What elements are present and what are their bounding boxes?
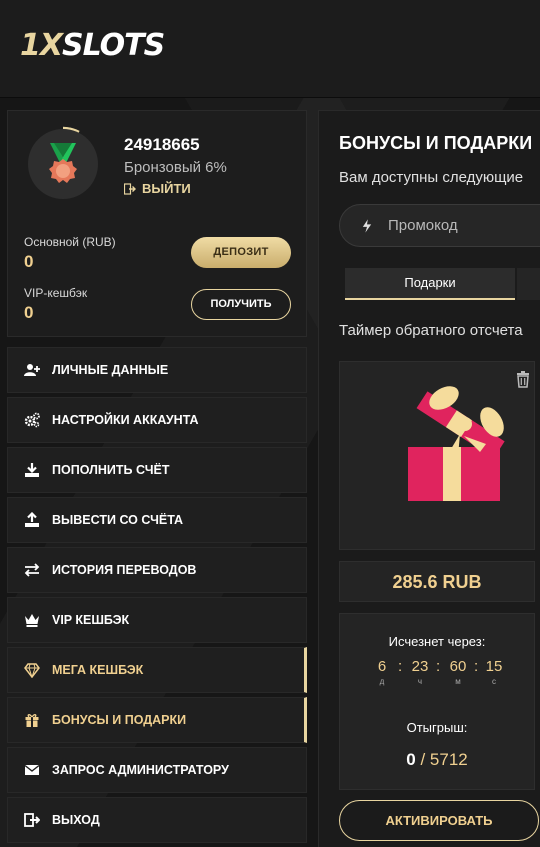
vanish-label: Исчезнет через: — [388, 634, 486, 649]
deposit-button[interactable]: ДЕПОЗИТ — [191, 237, 291, 268]
avatar — [28, 129, 98, 199]
bronze-medal-icon — [49, 143, 77, 183]
gift-tabs: Подарки — [345, 268, 540, 300]
logout-icon — [124, 182, 136, 195]
sidebar-item-deposit[interactable]: ПОПОЛНИТЬ СЧЁТ — [7, 447, 307, 493]
tab-gifts[interactable]: Подарки — [345, 268, 515, 300]
sidebar-item-withdraw[interactable]: ВЫВЕСТИ СО СЧЁТА — [7, 497, 307, 543]
countdown-seconds: 15 с — [485, 658, 503, 686]
gift-icon — [24, 712, 40, 728]
countdown-hours: 23 ч — [411, 658, 429, 686]
countdown-days: 6 д — [377, 658, 387, 686]
promo-code-field[interactable] — [339, 204, 540, 247]
user-level: Бронзовый 6% — [124, 159, 227, 176]
logout-link[interactable]: ВЫЙТИ — [124, 181, 191, 196]
trash-icon[interactable] — [514, 370, 532, 388]
countdown-minutes: 60 м — [449, 658, 467, 686]
sidebar-item-mega-cashback[interactable]: МЕГА КЕШБЭК — [7, 647, 307, 693]
gift-box-image — [408, 386, 505, 501]
user-plus-icon — [24, 362, 40, 378]
sidebar-item-bonuses-gifts[interactable]: БОНУСЫ И ПОДАРКИ — [7, 697, 307, 743]
profile-card: 24918665 Бронзовый 6% ВЫЙТИ Основной (RU… — [7, 110, 307, 337]
lightning-icon — [362, 218, 372, 233]
wager-label: Отыгрыш: — [406, 720, 468, 735]
receive-button[interactable]: ПОЛУЧИТЬ — [191, 289, 291, 320]
exit-icon — [24, 812, 40, 828]
sidebar-item-account-settings[interactable]: НАСТРОЙКИ АККАУНТА — [7, 397, 307, 443]
page-title: БОНУСЫ И ПОДАРКИ — [339, 133, 533, 153]
gears-icon — [24, 412, 40, 428]
main-balance-value: 0 — [24, 252, 34, 271]
transfer-arrows-icon — [24, 562, 40, 578]
countdown-separator: : — [474, 658, 479, 675]
gift-amount: 285.6 RUB — [339, 561, 535, 602]
sidebar-item-personal-data[interactable]: ЛИЧНЫЕ ДАННЫЕ — [7, 347, 307, 393]
page-subtitle: Вам доступны следующие — [339, 169, 524, 186]
sidebar-item-vip-cashback[interactable]: VIP КЕШБЭК — [7, 597, 307, 643]
vip-cashback-label: VIP-кешбэк — [24, 286, 88, 300]
diamond-icon — [24, 662, 40, 678]
sidebar-item-admin-request[interactable]: ЗАПРОС АДМИНИСТРАТОРУ — [7, 747, 307, 793]
upload-icon — [24, 512, 40, 528]
countdown-timer-label: Таймер обратного отсчета — [339, 322, 523, 339]
sidebar-item-transfer-history[interactable]: ИСТОРИЯ ПЕРЕВОДОВ — [7, 547, 307, 593]
countdown-separator: : — [398, 658, 403, 675]
gift-info-card: Исчезнет через: 6 д 23 ч : 60 м : 15 с :… — [339, 613, 535, 790]
countdown-separator: : — [436, 658, 441, 675]
crown-icon — [24, 612, 40, 628]
envelope-icon — [24, 762, 40, 778]
wager-progress: 0 / 5712 — [406, 750, 468, 769]
vip-cashback-value: 0 — [24, 303, 34, 322]
download-icon — [24, 462, 40, 478]
header: 1XSLOTS — [0, 0, 540, 98]
activate-button[interactable]: АКТИВИРОВАТЬ — [339, 800, 539, 841]
sidebar-item-exit[interactable]: ВЫХОД — [7, 797, 307, 843]
promo-code-input[interactable] — [388, 217, 538, 234]
logo[interactable]: 1XSLOTS — [20, 28, 165, 63]
main-balance-label: Основной (RUB) — [24, 235, 116, 249]
tab-next[interactable] — [517, 268, 540, 300]
user-id: 24918665 — [124, 135, 200, 154]
gift-card — [339, 361, 535, 550]
bonuses-panel: БОНУСЫ И ПОДАРКИ Вам доступны следующие … — [318, 110, 540, 847]
